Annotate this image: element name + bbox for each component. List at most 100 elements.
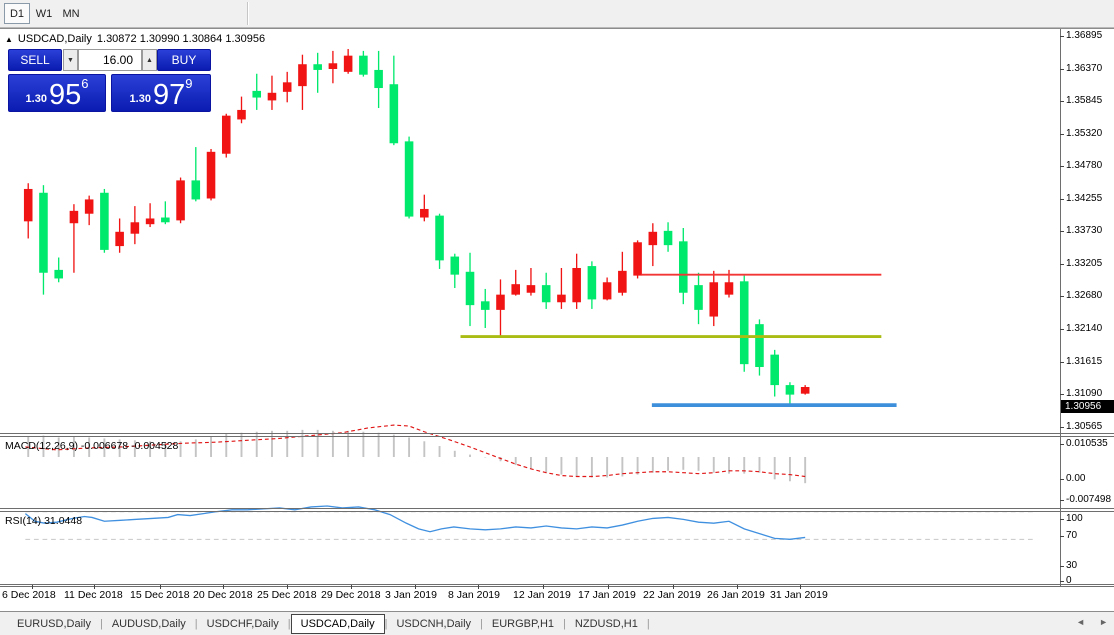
axis-tick [1060,427,1064,428]
chart-tab-usdchf[interactable]: USDCHF,Daily [198,615,288,633]
candle-body [664,231,673,245]
candle-body [252,91,261,98]
rsi-axis-label: 0 [1066,575,1072,586]
sell-price-pip: 6 [81,76,88,91]
buy-price-button[interactable]: 1.30 97 9 [111,74,211,112]
rsi-axis-label: 100 [1066,513,1083,524]
tab-scroll-left-icon[interactable]: ◄ [1076,617,1085,627]
candle-body [618,271,627,293]
chart-tab-usdcnh[interactable]: USDCNH,Daily [387,615,480,633]
candle-body [131,222,140,233]
axis-tick [1060,166,1064,167]
volume-up-button[interactable]: ▲ [142,49,157,71]
candle-body [359,56,368,75]
candle-body [527,285,536,293]
sell-price-big: 95 [49,82,81,108]
macd-axis-label: 0.00 [1066,473,1085,484]
window-marker-icon: ▲ [5,35,13,44]
macd-label: MACD(12,26,9) -0.006678 -0.004528 [5,440,178,452]
panel-divider[interactable] [0,433,1114,434]
price-axis-label: 1.31615 [1066,356,1102,367]
price-axis-label: 1.33205 [1066,258,1102,269]
rsi-axis-label: 30 [1066,560,1077,571]
candle-body [329,63,338,69]
chart-tab-nzdusd[interactable]: NZDUSD,H1 [566,615,647,633]
panel-divider [0,586,1114,587]
chart-tab-eurusd[interactable]: EURUSD,Daily [8,615,100,633]
candle-body [146,218,155,224]
panel-divider[interactable] [0,511,1114,512]
sell-button[interactable]: SELL [8,49,62,71]
candle-body [801,387,810,394]
volume-input[interactable]: 16.00 [78,49,142,71]
one-click-trade-widget: SELL ▼ 16.00 ▲ BUY 1.30 95 6 1.30 97 9 [8,49,211,112]
axis-tick [1060,329,1064,330]
rsi-label: RSI(14) 31.0448 [5,515,82,527]
candle-body [54,270,63,279]
timeframe-button-mn[interactable]: MN [58,3,84,24]
price-axis-label: 1.33730 [1066,225,1102,236]
axis-tick [1060,536,1064,537]
candle-body [557,295,566,303]
axis-tick [1060,231,1064,232]
axis-tick [1060,444,1064,445]
candle-body [694,285,703,310]
axis-tick [1060,199,1064,200]
candle-body [100,193,109,250]
candle-body [740,281,749,364]
rsi-axis-label: 70 [1066,530,1077,541]
candle-body [374,70,383,88]
axis-tick [1060,581,1064,582]
candle-body [70,211,79,223]
timeframe-button-w1[interactable]: W1 [31,3,57,24]
date-axis-label: 8 Jan 2019 [448,589,500,601]
mt4-window: D1W1MN ▲ USDCAD,Daily 1.30872 1.30990 1.… [0,0,1114,635]
buy-button[interactable]: BUY [157,49,211,71]
panel-divider[interactable] [0,436,1114,437]
volume-dropdown-button[interactable]: ▼ [63,49,78,71]
buy-price-big: 97 [153,82,185,108]
axis-tick [1060,566,1064,567]
candle-body [709,282,718,316]
price-axis-label: 1.30565 [1066,421,1102,432]
axis-tick [1060,101,1064,102]
price-axis-label: 1.36370 [1066,63,1102,74]
price-axis-label: 1.32680 [1066,290,1102,301]
candle-body [542,285,551,302]
panel-divider[interactable] [0,584,1114,585]
date-axis-label: 29 Dec 2018 [321,589,381,601]
price-axis-label: 1.35845 [1066,95,1102,106]
candle-body [176,180,185,220]
price-axis-label: 1.34780 [1066,160,1102,171]
chart-symbol-label: USDCAD,Daily [18,33,92,45]
axis-tick [1060,394,1064,395]
candle-body [207,152,216,199]
panel-divider[interactable] [0,508,1114,509]
tab-scroll-right-icon[interactable]: ► [1099,617,1108,627]
price-axis-border [1060,29,1061,586]
sell-price-button[interactable]: 1.30 95 6 [8,74,106,112]
chart-ohlc-label: 1.30872 1.30990 1.30864 1.30956 [97,33,265,45]
price-axis-label: 1.31090 [1066,388,1102,399]
chevron-down-icon: ▼ [67,57,74,64]
chart-window[interactable]: ▲ USDCAD,Daily 1.30872 1.30990 1.30864 1… [0,28,1114,611]
timeframe-button-d1[interactable]: D1 [4,3,30,24]
candle-body [405,141,414,216]
date-axis-label: 3 Jan 2019 [385,589,437,601]
buy-price-prefix: 1.30 [130,93,151,105]
price-axis-label: 1.36895 [1066,30,1102,41]
candle-body [192,180,201,199]
timeframe-toolbar: D1W1MN [0,0,1114,28]
chart-canvas[interactable] [0,29,1060,586]
candle-body [633,242,642,275]
chart-title: ▲ USDCAD,Daily 1.30872 1.30990 1.30864 1… [5,33,265,45]
axis-tick [1060,296,1064,297]
candle-body [161,218,170,223]
chart-tab-eurgbp[interactable]: EURGBP,H1 [483,615,563,633]
candle-body [496,295,505,310]
date-axis-label: 17 Jan 2019 [578,589,636,601]
chart-tab-usdcad[interactable]: USDCAD,Daily [291,614,385,634]
chart-tab-audusd[interactable]: AUDUSD,Daily [103,615,195,633]
candle-body [770,355,779,385]
date-axis-label: 22 Jan 2019 [643,589,701,601]
